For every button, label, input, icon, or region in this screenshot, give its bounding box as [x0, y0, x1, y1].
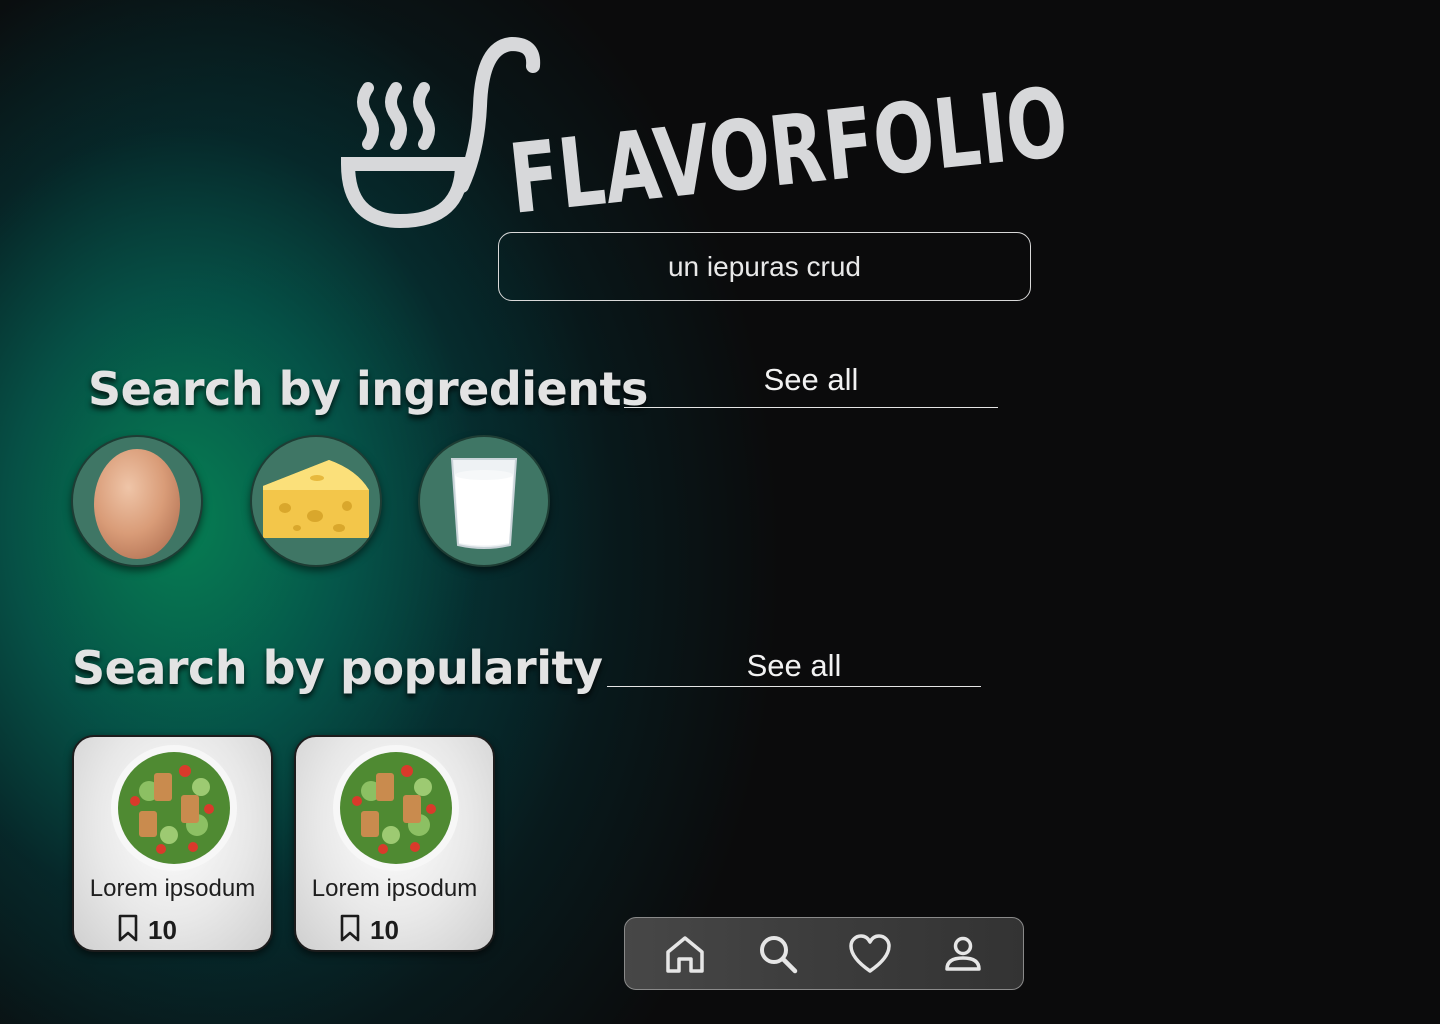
- flavorfolio-logo: FLAVORFOLIO: [340, 36, 1073, 231]
- salad-dish-image: [333, 745, 459, 871]
- recipe-card[interactable]: Lorem ipsodum 10: [72, 735, 273, 952]
- bottom-navigation: [624, 917, 1024, 990]
- recipe-title: Lorem ipsodum: [311, 875, 478, 902]
- cheese-icon: [263, 460, 369, 538]
- ingredients-section-title: Search by ingredients: [88, 362, 648, 416]
- popularity-see-all-link[interactable]: See all: [607, 648, 981, 687]
- nav-search-button[interactable]: [752, 928, 804, 980]
- popularity-section-title: Search by popularity: [72, 641, 603, 695]
- salad-dish-image: [111, 745, 237, 871]
- home-icon: [666, 935, 704, 973]
- recipe-title: Lorem ipsodum: [89, 875, 256, 902]
- ingredients-see-all-link[interactable]: See all: [624, 362, 998, 408]
- ingredient-cheese[interactable]: [250, 435, 382, 567]
- recipe-card[interactable]: Lorem ipsodum 10: [294, 735, 495, 952]
- egg-icon: [94, 449, 180, 559]
- search-icon: [759, 935, 797, 973]
- ingredient-milk[interactable]: [418, 435, 550, 567]
- search-input[interactable]: un iepuras crud: [498, 232, 1031, 301]
- brand-wordmark: FLAVORFOLIO: [504, 66, 1073, 231]
- nav-home-button[interactable]: [659, 928, 711, 980]
- save-count: 10: [370, 915, 399, 945]
- bookmark-icon[interactable]: [116, 914, 140, 942]
- nav-favorites-button[interactable]: [844, 928, 896, 980]
- profile-icon: [945, 936, 981, 971]
- save-count: 10: [148, 915, 177, 945]
- bookmark-icon[interactable]: [338, 914, 362, 942]
- milk-glass-icon: [450, 458, 518, 549]
- search-query-text: un iepuras crud: [667, 250, 861, 282]
- ingredient-egg[interactable]: [71, 435, 203, 567]
- nav-profile-button[interactable]: [937, 928, 989, 980]
- heart-icon: [849, 933, 891, 973]
